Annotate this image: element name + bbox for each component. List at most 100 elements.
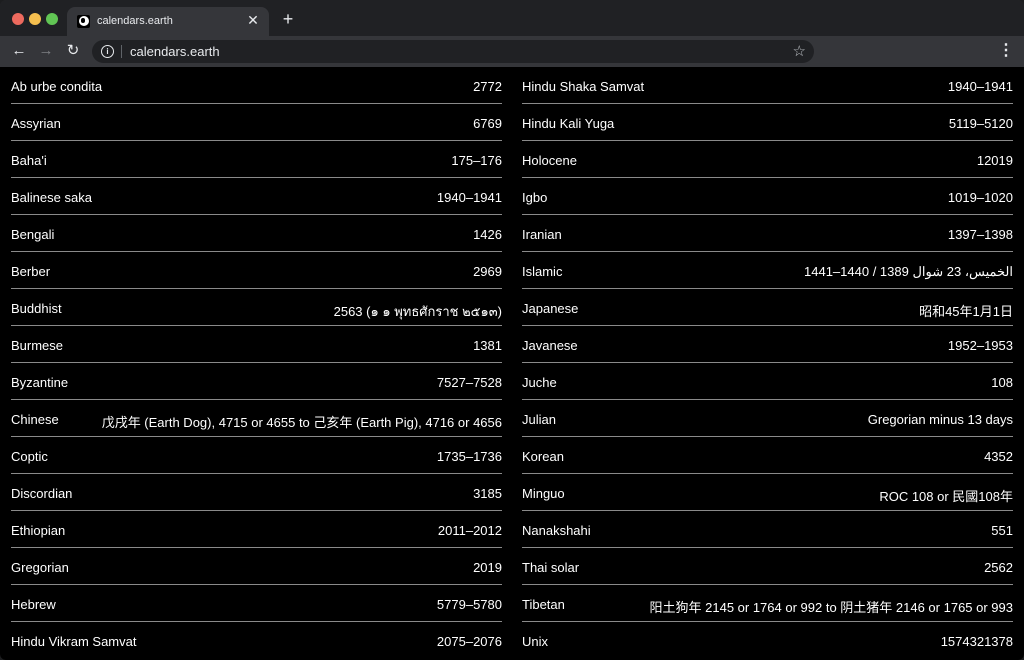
calendar-name: Baha'i [11, 153, 47, 168]
calendar-year-value: 1426 [473, 227, 502, 242]
calendar-name: Burmese [11, 338, 64, 353]
calendar-row: Holocene 12019 [522, 141, 1013, 178]
calendar-year-value: 551 [991, 523, 1013, 538]
calendar-row: Coptic 1735–1736 [11, 437, 502, 474]
calendar-year-value: الخميس، 23 شوال 1389 / 1440–1441 [804, 264, 1013, 279]
calendar-year-value: 7527–7528 [436, 375, 502, 390]
calendar-name: Assyrian [11, 116, 61, 131]
tab-calendars-earth[interactable]: calendars.earth ✕ [67, 7, 269, 36]
calendar-year-value: 6769 [473, 116, 502, 131]
calendar-year-value: 2969 [473, 264, 502, 279]
calendar-name: Berber [11, 264, 51, 279]
calendar-year-value: 1574321378 [940, 634, 1013, 649]
calendar-row: Assyrian 6769 [11, 104, 502, 141]
tab-strip: calendars.earth ✕ + [0, 0, 1024, 36]
calendar-year-value: 1735–1736 [436, 449, 502, 464]
calendar-name: Holocene [522, 153, 577, 168]
calendar-row: Burmese 1381 [11, 326, 502, 363]
new-tab-button[interactable]: + [279, 10, 297, 28]
site-info-icon[interactable]: i [101, 45, 114, 58]
close-tab-icon[interactable]: ✕ [245, 12, 261, 28]
calendar-name: Discordian [11, 486, 73, 501]
calendar-year-value: 4352 [984, 449, 1013, 464]
calendar-row: Berber 2969 [11, 252, 502, 289]
calendar-year-value: 175–176 [451, 153, 502, 168]
calendar-row: Byzantine 7527–7528 [11, 363, 502, 400]
tab-title: calendars.earth [97, 15, 173, 27]
calendar-name: Japanese [522, 301, 579, 316]
close-window-button[interactable] [12, 13, 24, 25]
calendar-year-value: 2772 [473, 79, 502, 94]
calendar-row: Nanakshahi 551 [522, 511, 1013, 548]
calendar-name: Hindu Kali Yuga [522, 116, 615, 131]
globe-favicon-icon [77, 15, 90, 28]
address-bar[interactable]: i calendars.earth ☆ [92, 40, 814, 63]
calendar-row: Hindu Kali Yuga 5119–5120 [522, 104, 1013, 141]
calendar-name: Minguo [522, 486, 565, 501]
calendar-row: Hebrew 5779–5780 [11, 585, 502, 622]
calendar-row: Juche 108 [522, 363, 1013, 400]
calendar-row: Japanese 昭和45年1月1日 [522, 289, 1013, 326]
reload-icon[interactable]: ↻ [63, 41, 83, 61]
calendar-row: Thai solar 2562 [522, 548, 1013, 585]
calendar-row: Balinese saka 1940–1941 [11, 178, 502, 215]
browser-toolbar: ← → ↻ i calendars.earth ☆ ⋮ [0, 36, 1024, 67]
calendar-name: Javanese [522, 338, 578, 353]
calendar-row: Islamic الخميس، 23 شوال 1389 / 1440–1441 [522, 252, 1013, 289]
minimize-window-button[interactable] [29, 13, 41, 25]
calendar-row: Igbo 1019–1020 [522, 178, 1013, 215]
calendar-name: Hebrew [11, 597, 56, 612]
calendar-name: Ab urbe condita [11, 79, 103, 94]
calendar-name: Balinese saka [11, 190, 92, 205]
calendar-row: Gregorian 2019 [11, 548, 502, 585]
calendar-row: Buddhist 2563 (๑ ๑ พุทธศักราช ๒๕๑๓) [11, 289, 502, 326]
calendar-year-value: Gregorian minus 13 days [867, 412, 1013, 427]
calendar-row: Javanese 1952–1953 [522, 326, 1013, 363]
calendar-row: Minguo ROC 108 or 民國108年 [522, 474, 1013, 511]
calendar-year-value: 戊戌年 (Earth Dog), 4715 or 4655 to 己亥年 (Ea… [101, 415, 502, 430]
address-separator [121, 45, 122, 58]
calendar-name: Julian [522, 412, 556, 427]
maximize-window-button[interactable] [46, 13, 58, 25]
calendar-row: Hindu Shaka Samvat 1940–1941 [522, 67, 1013, 104]
calendar-row: Baha'i 175–176 [11, 141, 502, 178]
calendar-list-left: Ab urbe condita 2772 Assyrian 6769 Baha'i 175… [11, 67, 502, 659]
calendar-year-value: 1952–1953 [947, 338, 1013, 353]
calendar-row: Ethiopian 2011–2012 [11, 511, 502, 548]
browser-menu-icon[interactable]: ⋮ [996, 41, 1016, 61]
calendar-year-value: 12019 [976, 153, 1013, 168]
url-text[interactable]: calendars.earth [130, 44, 220, 59]
calendar-year-value: 1397–1398 [947, 227, 1013, 242]
calendar-row: Iranian 1397–1398 [522, 215, 1013, 252]
calendar-name: Juche [522, 375, 557, 390]
calendar-row: Korean 4352 [522, 437, 1013, 474]
calendar-row: Discordian 3185 [11, 474, 502, 511]
calendar-year-value: 阳土狗年 2145 or 1764 or 992 to 阴土猪年 2146 or… [649, 600, 1013, 615]
back-arrow-icon[interactable]: ← [9, 41, 29, 61]
bookmark-star-icon[interactable]: ☆ [793, 42, 806, 60]
page-content: Ab urbe condita 2772 Assyrian 6769 Baha'i 175… [0, 67, 1024, 660]
calendar-row: Julian Gregorian minus 13 days [522, 400, 1013, 437]
calendar-name: Nanakshahi [522, 523, 591, 538]
calendar-name: Bengali [11, 227, 55, 242]
calendar-name: Hindu Shaka Samvat [522, 79, 645, 94]
calendar-row: Unix 1574321378 [522, 622, 1013, 659]
calendar-name: Igbo [522, 190, 548, 205]
calendar-year-value: 1940–1941 [947, 79, 1013, 94]
calendar-year-value: 2075–2076 [436, 634, 502, 649]
calendar-name: Tibetan [522, 597, 565, 612]
calendar-year-value: 1381 [473, 338, 502, 353]
calendar-name: Iranian [522, 227, 562, 242]
calendar-year-value: 1940–1941 [436, 190, 502, 205]
calendar-name: Chinese [11, 412, 59, 427]
calendar-year-value: 昭和45年1月1日 [919, 304, 1013, 319]
calendar-row: Ab urbe condita 2772 [11, 67, 502, 104]
calendar-year-value: 2562 [984, 560, 1013, 575]
calendar-row: Tibetan 阳土狗年 2145 or 1764 or 992 to 阴土猪年 … [522, 585, 1013, 622]
forward-arrow-icon[interactable]: → [36, 41, 56, 61]
calendar-row: Hindu Vikram Samvat 2075–2076 [11, 622, 502, 659]
calendar-year-value: 2563 (๑ ๑ พุทธศักราช ๒๕๑๓) [333, 304, 502, 319]
calendar-name: Unix [522, 634, 549, 649]
calendar-name: Korean [522, 449, 564, 464]
calendar-row: Chinese 戊戌年 (Earth Dog), 4715 or 4655 to … [11, 400, 502, 437]
